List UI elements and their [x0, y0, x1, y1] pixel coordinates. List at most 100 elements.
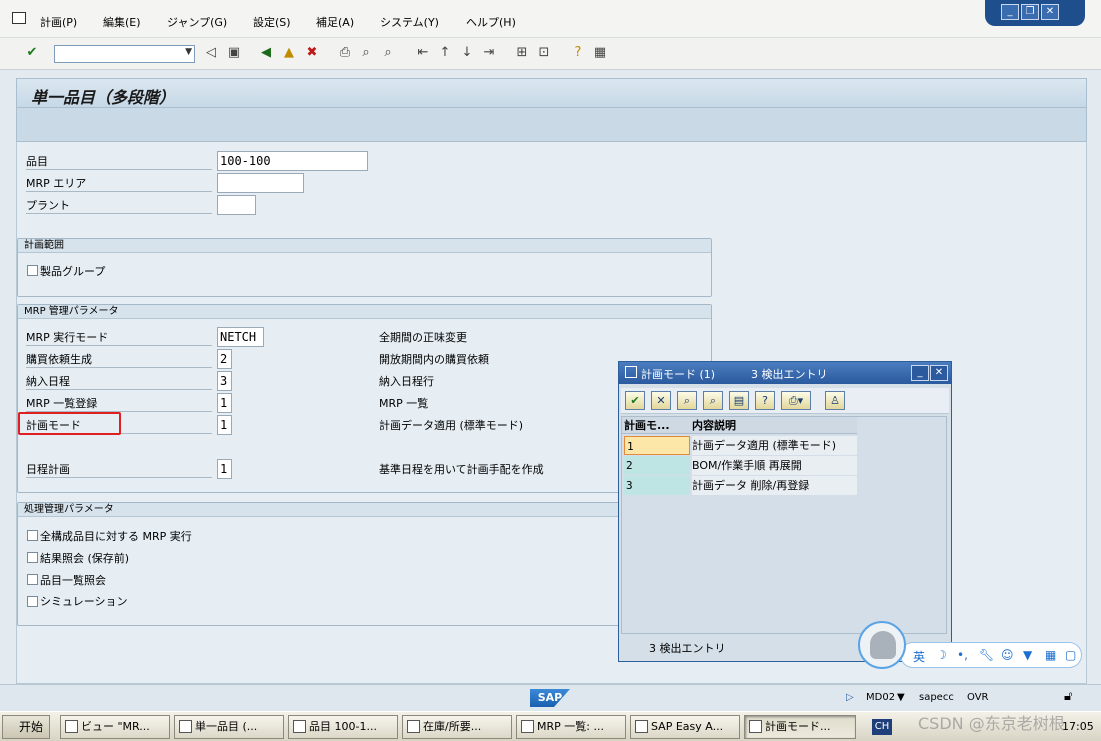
popup-minimize-icon[interactable]: _	[911, 365, 929, 381]
mrp-run-mode-desc: 全期間の正味変更	[379, 331, 467, 344]
task-item[interactable]: 単一品目 (...	[174, 715, 284, 739]
material-input[interactable]: 100-100	[217, 151, 368, 171]
menu-settings[interactable]: 設定(S)	[253, 14, 291, 30]
help-icon[interactable]: ?	[570, 45, 586, 61]
mrp-control-params-title: MRP 管理パラメータ	[18, 305, 711, 319]
find-icon[interactable]: ⌕	[677, 391, 697, 410]
planning-mode-popup: 計画モード (1) 3 検出エントリ _ ✕ ✔ ✕ ⌕ ⌕ ▤ ? ⎙▾ ♙ …	[618, 361, 952, 662]
planning-mode-input[interactable]: 1	[217, 415, 232, 435]
task-item[interactable]: 在庫/所要...	[402, 715, 512, 739]
status-bar: SAP ▷ MD02 ▼ sapecc OVR 🔓︎	[0, 684, 1101, 711]
title-bar: 単一品目（多段階）	[16, 78, 1087, 108]
close-icon[interactable]: ✕	[1041, 4, 1059, 20]
grid-row-key[interactable]: 1	[624, 436, 690, 455]
find-next-icon[interactable]: ⌕	[380, 45, 396, 61]
system-display: sapecc	[919, 692, 954, 703]
last-page-icon[interactable]: ⇥	[481, 45, 497, 61]
plant-input[interactable]	[217, 195, 256, 215]
chevron-down-icon[interactable]: ▼	[185, 47, 192, 57]
window-menu-icon[interactable]	[12, 12, 26, 24]
ime-avatar[interactable]	[858, 621, 906, 669]
product-group-checkbox[interactable]	[27, 265, 38, 276]
restore-icon[interactable]: ❐	[1021, 4, 1039, 20]
new-session-icon[interactable]: ⊞	[514, 45, 530, 61]
task-item[interactable]: SAP Easy A...	[630, 715, 740, 739]
window-icon	[65, 720, 78, 733]
chevron-down-icon[interactable]: ▼	[897, 692, 905, 703]
moon-icon[interactable]: ☽	[936, 648, 947, 662]
simulation-checkbox[interactable]	[27, 596, 38, 607]
material-list-label: 品目一覧照会	[40, 574, 106, 587]
grid-col-description[interactable]: 内容説明	[690, 417, 857, 434]
minimize-icon[interactable]: _	[1001, 4, 1019, 20]
grid-icon[interactable]: ▦	[1045, 648, 1056, 662]
find-next-icon[interactable]: ⌕	[703, 391, 723, 410]
task-item[interactable]: ビュー "MR...	[60, 715, 170, 739]
print-icon[interactable]: ⎙▾	[781, 391, 811, 410]
menu-help[interactable]: ヘルプ(H)	[466, 14, 516, 30]
menu-planning[interactable]: 計画(P)	[40, 14, 77, 30]
grid-row-desc[interactable]: BOM/作業手順 再展開	[692, 456, 857, 475]
find-icon[interactable]: ⌕	[358, 45, 374, 61]
lock-icon[interactable]: 🔓︎	[1064, 689, 1072, 704]
exit-icon[interactable]: ▲	[281, 45, 297, 61]
punctuation-icon[interactable]: •,	[957, 648, 968, 662]
tcode-display: MD02	[866, 692, 896, 703]
popup-window-icon	[625, 366, 637, 378]
grid-col-planning-mode[interactable]: 計画モ...	[622, 417, 690, 434]
cancel-icon[interactable]: ✕	[651, 391, 671, 410]
ime-language-indicator[interactable]: CH	[872, 719, 892, 735]
grid-row-key[interactable]: 3	[624, 476, 690, 495]
grid-row-desc[interactable]: 計画データ 削除/再登録	[692, 476, 857, 495]
enter-icon[interactable]: ✔	[24, 45, 40, 61]
mrp-run-mode-input[interactable]: NETCH	[217, 327, 264, 347]
shortcut-icon[interactable]: ⊡	[536, 45, 552, 61]
scheduling-input[interactable]: 1	[217, 459, 232, 479]
mrp-area-input[interactable]	[217, 173, 304, 193]
personalize-icon[interactable]: ♙	[825, 391, 845, 410]
previous-page-icon[interactable]: ↑	[437, 45, 453, 61]
confirm-icon[interactable]: ✔	[625, 391, 645, 410]
restrict-icon[interactable]: ▤	[729, 391, 749, 410]
purchase-requisition-input[interactable]: 2	[217, 349, 232, 369]
task-item-active[interactable]: 計画モード...	[744, 715, 856, 739]
menu-edit[interactable]: 編集(E)	[103, 14, 141, 30]
save-icon[interactable]: ▣	[226, 45, 242, 61]
menu-system[interactable]: システム(Y)	[380, 14, 439, 30]
wrench-icon[interactable]: 🔧︎	[979, 648, 994, 662]
cancel-icon[interactable]: ✖	[304, 45, 320, 61]
collapse-icon[interactable]: ◁	[203, 45, 219, 61]
command-field[interactable]: ▼	[54, 45, 195, 63]
mrp-list-desc: MRP 一覧	[379, 397, 429, 410]
delivery-schedule-input[interactable]: 3	[217, 371, 232, 391]
popup-toolbar: ✔ ✕ ⌕ ⌕ ▤ ? ⎙▾ ♙	[621, 388, 949, 414]
overwrite-mode[interactable]: OVR	[967, 692, 988, 703]
print-icon[interactable]: ⎙	[337, 45, 353, 61]
menu-extras[interactable]: 補足(A)	[316, 14, 354, 30]
grid-row-key[interactable]: 2	[624, 456, 690, 475]
ime-mode[interactable]: 英	[913, 648, 925, 665]
page-title: 単一品目（多段階）	[31, 88, 176, 107]
all-components-checkbox[interactable]	[27, 530, 38, 541]
material-list-checkbox[interactable]	[27, 574, 38, 585]
mrp-list-input[interactable]: 1	[217, 393, 232, 413]
window-icon	[749, 720, 762, 733]
task-item[interactable]: 品目 100-1...	[288, 715, 398, 739]
start-button[interactable]: 开始	[2, 715, 50, 739]
task-item[interactable]: MRP 一覧: ...	[516, 715, 626, 739]
lock-icon[interactable]: ▢	[1065, 648, 1076, 662]
grid-row-desc[interactable]: 計画データ適用 (標準モード)	[692, 436, 857, 455]
popup-close-icon[interactable]: ✕	[930, 365, 948, 381]
first-page-icon[interactable]: ⇤	[415, 45, 431, 61]
back-icon[interactable]: ◀	[258, 45, 274, 61]
menu-goto[interactable]: ジャンプ(G)	[167, 14, 227, 30]
display-results-checkbox[interactable]	[27, 552, 38, 563]
emoji-icon[interactable]: ☺	[1001, 648, 1014, 662]
status-expand-icon[interactable]: ▷	[846, 692, 854, 703]
shirt-icon[interactable]: ▼	[1023, 648, 1032, 662]
application-toolbar	[16, 108, 1087, 142]
next-page-icon[interactable]: ↓	[459, 45, 475, 61]
info-icon[interactable]: ?	[755, 391, 775, 410]
display-results-label: 結果照会 (保存前)	[40, 552, 130, 565]
layout-menu-icon[interactable]: ▦	[592, 45, 608, 61]
